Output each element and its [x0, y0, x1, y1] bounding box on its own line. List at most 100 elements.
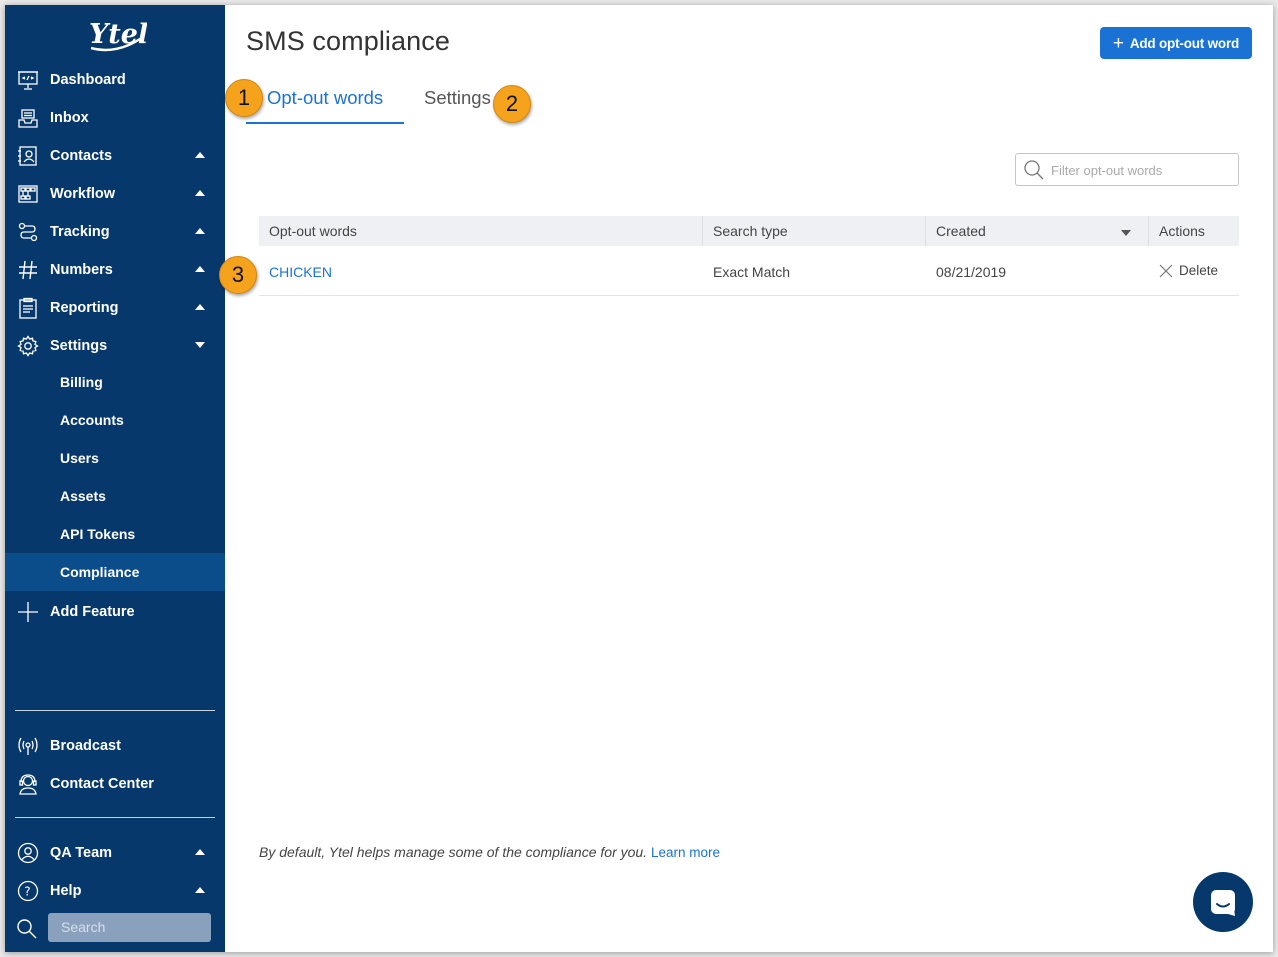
sidebar-item-dashboard[interactable]: Dashboard — [5, 61, 225, 99]
plus-icon: + — [1112, 32, 1124, 54]
filter-placeholder: Filter opt-out words — [1051, 163, 1163, 178]
svg-text:Ytel: Ytel — [89, 19, 147, 50]
search-type-cell: Exact Match — [713, 264, 791, 280]
column-header-search-type[interactable]: Search type — [703, 216, 926, 246]
main-content: SMS compliance + Add opt-out word Opt-ou… — [219, 5, 1273, 952]
delete-label: Delete — [1179, 263, 1219, 278]
sidebar-item-label: Broadcast — [50, 738, 121, 754]
table-header: Opt-out words Search type Created Action… — [259, 216, 1239, 246]
sidebar-item-settings[interactable]: Settings — [5, 327, 225, 365]
sidebar-item-label: Dashboard — [50, 72, 126, 88]
sidebar-item-reporting[interactable]: Reporting — [5, 289, 225, 327]
sidebar-item-contacts[interactable]: Contacts — [5, 137, 225, 175]
opt-out-word-link[interactable]: CHICKEN — [269, 264, 332, 280]
contacts-icon — [17, 145, 39, 167]
footer-note-text: By default, Ytel helps manage some of th… — [259, 844, 648, 860]
sidebar-subitem-label: API Tokens — [60, 526, 136, 542]
created-date-cell: 08/21/2019 — [936, 264, 1007, 280]
close-icon — [1159, 264, 1173, 277]
headset-icon — [17, 773, 39, 795]
column-header-actions: Actions — [1159, 223, 1205, 239]
learn-more-link[interactable]: Learn more — [651, 845, 720, 860]
tab-settings[interactable]: Settings — [424, 87, 491, 109]
sidebar: Ytel Dashboard Inbox Contacts Workflow T… — [5, 5, 225, 952]
column-header-opt-out-words[interactable]: Opt-out words — [259, 216, 703, 246]
sidebar-subitem-compliance[interactable]: Compliance — [5, 553, 225, 591]
hash-icon — [17, 259, 39, 281]
chevron-up-icon[interactable] — [195, 304, 205, 310]
column-header-created[interactable]: Created — [926, 216, 1149, 246]
sidebar-item-workflow[interactable]: Workflow — [5, 175, 225, 213]
sidebar-item-label: Reporting — [50, 300, 119, 316]
add-opt-out-word-label: Add opt-out word — [1129, 35, 1240, 51]
sidebar-subitem-label: Billing — [60, 374, 103, 390]
sidebar-divider — [15, 710, 215, 711]
add-opt-out-word-button[interactable]: + Add opt-out word — [1100, 27, 1252, 59]
sidebar-subitem-label: Users — [60, 450, 99, 466]
sidebar-subitem-users[interactable]: Users — [5, 439, 225, 477]
sidebar-divider — [15, 817, 215, 818]
sidebar-subitem-assets[interactable]: Assets — [5, 477, 225, 515]
sidebar-search: Search — [5, 911, 225, 945]
compliance-footer-note: By default, Ytel helps manage some of th… — [259, 844, 720, 860]
sidebar-item-numbers[interactable]: Numbers — [5, 251, 225, 289]
search-icon — [1023, 159, 1045, 181]
user-circle-icon — [17, 842, 39, 864]
sidebar-item-contact-center[interactable]: Contact Center — [5, 765, 225, 803]
chevron-up-icon[interactable] — [195, 849, 205, 855]
filter-opt-out-words-input[interactable]: Filter opt-out words — [1015, 153, 1239, 186]
help-menu[interactable]: ? Help — [5, 872, 225, 910]
chat-icon — [1211, 890, 1235, 916]
ytel-logo[interactable]: Ytel — [87, 17, 148, 53]
add-feature-label: Add Feature — [50, 604, 135, 620]
svg-text:?: ? — [24, 885, 30, 899]
sidebar-search-input[interactable]: Search — [48, 913, 211, 942]
sidebar-item-label: Workflow — [50, 186, 115, 202]
sidebar-item-broadcast[interactable]: Broadcast — [5, 727, 225, 765]
sidebar-item-label: Contacts — [50, 148, 113, 164]
sidebar-item-tracking[interactable]: Tracking — [5, 213, 225, 251]
callout-badge-3: 3 — [219, 256, 257, 294]
dashboard-icon — [17, 69, 39, 91]
team-label: QA Team — [50, 845, 113, 861]
chevron-up-icon[interactable] — [195, 887, 205, 893]
add-feature-button[interactable]: Add Feature — [5, 593, 225, 631]
broadcast-icon — [17, 735, 39, 757]
chevron-up-icon[interactable] — [195, 152, 205, 158]
inbox-icon — [17, 107, 39, 129]
sidebar-subitem-label: Accounts — [60, 412, 124, 428]
sidebar-subitem-billing[interactable]: Billing — [5, 363, 225, 401]
callout-badge-2: 2 — [493, 85, 531, 123]
sidebar-item-inbox[interactable]: Inbox — [5, 99, 225, 137]
chevron-down-icon[interactable] — [195, 342, 205, 348]
table-row: CHICKEN Exact Match 08/21/2019 Delete — [259, 246, 1239, 296]
active-tab-indicator — [246, 122, 404, 124]
help-label: Help — [50, 883, 82, 899]
team-switcher[interactable]: QA Team — [5, 834, 225, 872]
workflow-icon — [17, 183, 39, 205]
sidebar-subitem-accounts[interactable]: Accounts — [5, 401, 225, 439]
app-window: Ytel Dashboard Inbox Contacts Workflow T… — [5, 5, 1273, 952]
chevron-up-icon[interactable] — [195, 228, 205, 234]
help-icon: ? — [17, 880, 39, 902]
reporting-icon — [17, 297, 39, 319]
sidebar-item-label: Inbox — [50, 110, 89, 126]
chevron-up-icon[interactable] — [195, 190, 205, 196]
sidebar-subitem-label: Assets — [60, 488, 106, 504]
chevron-up-icon[interactable] — [195, 266, 205, 272]
sidebar-item-label: Tracking — [50, 224, 110, 240]
page-title: SMS compliance — [246, 26, 450, 56]
tab-opt-out-words[interactable]: Opt-out words — [267, 87, 383, 109]
sidebar-item-label: Contact Center — [50, 776, 154, 792]
tracking-icon — [17, 221, 39, 243]
delete-button[interactable]: Delete — [1159, 263, 1218, 278]
sidebar-item-label: Numbers — [50, 262, 113, 278]
plus-icon — [17, 601, 39, 623]
chat-launcher-button[interactable] — [1193, 872, 1253, 932]
sort-descending-icon[interactable] — [1121, 230, 1131, 236]
sidebar-item-label: Settings — [50, 338, 108, 354]
sidebar-subitem-label: Compliance — [60, 564, 140, 580]
sidebar-subitem-api-tokens[interactable]: API Tokens — [5, 515, 225, 553]
gear-icon — [17, 335, 39, 357]
search-icon — [16, 918, 38, 940]
